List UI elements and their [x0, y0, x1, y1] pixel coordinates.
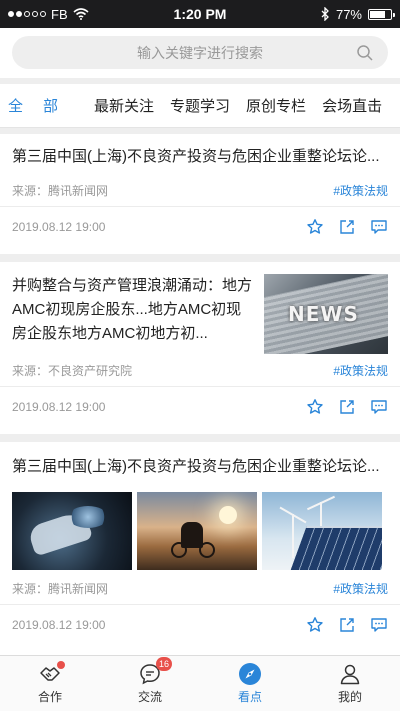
unread-badge: 16: [155, 657, 172, 671]
nav-highlights[interactable]: 看点: [200, 656, 300, 711]
nav-label: 合作: [37, 690, 62, 704]
article-image-hand-globe[interactable]: [12, 492, 132, 570]
article-card[interactable]: 并购整合与资产管理浪潮涌动：地方AMC初现房企股东...地方AMC初现房企股东地…: [0, 262, 400, 434]
compass-icon: [239, 663, 261, 685]
bluetooth-icon: [321, 7, 329, 21]
nav-label: 我的: [337, 690, 362, 704]
star-icon[interactable]: [306, 616, 324, 634]
article-title[interactable]: 第三届中国(上海)不良资产投资与危困企业重整论坛论...: [0, 454, 400, 480]
share-icon[interactable]: [338, 616, 356, 634]
article-source: 来源：腾讯新闻网: [12, 183, 109, 198]
article-actions: [306, 218, 388, 236]
article-datetime: 2019.08.12 19:00: [12, 220, 106, 234]
carrier-label: FB: [51, 6, 68, 22]
signal-icon: [8, 11, 46, 17]
article-tag[interactable]: #政策法规: [333, 362, 388, 379]
star-icon[interactable]: [306, 218, 324, 236]
article-image-cyclist[interactable]: [137, 492, 257, 570]
article-title[interactable]: 并购整合与资产管理浪潮涌动：地方AMC初现房企股东...地方AMC初现房企股东地…: [12, 274, 252, 346]
article-datetime: 2019.08.12 19:00: [12, 400, 106, 414]
article-datetime: 2019.08.12 19:00: [12, 618, 106, 632]
nav-label: 看点: [237, 690, 262, 704]
article-actions: [306, 616, 388, 634]
thumbnail-news-text: NEWS: [288, 302, 359, 326]
search-icon[interactable]: [356, 44, 374, 62]
search-bar: [0, 28, 400, 78]
article-image-row: [0, 492, 400, 570]
status-right: 77%: [252, 6, 395, 22]
status-time: 1:20 PM: [173, 6, 227, 22]
status-bar: FB 1:20 PM 77%: [0, 0, 400, 28]
battery-percent: 77%: [335, 6, 362, 22]
comment-icon[interactable]: [370, 616, 388, 634]
bottom-nav: 合作 16 交流 看点 我的: [0, 655, 400, 711]
share-icon[interactable]: [338, 218, 356, 236]
notification-dot: [57, 661, 65, 669]
share-icon[interactable]: [338, 398, 356, 416]
tab-venue-live[interactable]: 会场直击: [322, 83, 382, 128]
article-card[interactable]: 第三届中国(上海)不良资产投资与危困企业重整论坛论... 来源：腾讯新闻网 #政…: [0, 134, 400, 254]
star-icon[interactable]: [306, 398, 324, 416]
nav-label: 交流: [137, 690, 162, 704]
comment-icon[interactable]: [370, 218, 388, 236]
article-card[interactable]: 第三届中国(上海)不良资产投资与危困企业重整论坛论... 来源：腾讯新闻网 #政…: [0, 442, 400, 655]
tab-original-column[interactable]: 原创专栏: [246, 83, 306, 128]
comment-icon[interactable]: [370, 398, 388, 416]
search-box[interactable]: [12, 36, 388, 69]
nav-mine[interactable]: 我的: [300, 656, 400, 711]
tab-latest-follow[interactable]: 最新关注: [94, 83, 154, 128]
article-source: 来源：腾讯新闻网: [12, 581, 109, 596]
article-actions: [306, 398, 388, 416]
search-input[interactable]: [68, 44, 332, 61]
article-title[interactable]: 第三届中国(上海)不良资产投资与危困企业重整论坛论...: [0, 144, 400, 170]
status-left: FB: [8, 7, 148, 22]
article-source: 来源：不良资产研究院: [12, 363, 133, 378]
article-tag[interactable]: #政策法规: [333, 182, 388, 199]
wifi-icon: [73, 8, 89, 20]
category-tabs: 全部 最新关注 专题学习 原创专栏 会场直击: [0, 84, 400, 128]
article-tag[interactable]: #政策法规: [333, 580, 388, 597]
battery-icon: [368, 8, 395, 20]
nav-communication[interactable]: 16 交流: [100, 656, 200, 711]
nav-cooperation[interactable]: 合作: [0, 656, 100, 711]
tab-topic-study[interactable]: 专题学习: [170, 83, 230, 128]
person-icon: [340, 664, 360, 685]
article-image-solar-wind[interactable]: [262, 492, 382, 570]
article-thumbnail[interactable]: NEWS: [264, 274, 388, 354]
tab-all[interactable]: 全部: [8, 83, 78, 128]
